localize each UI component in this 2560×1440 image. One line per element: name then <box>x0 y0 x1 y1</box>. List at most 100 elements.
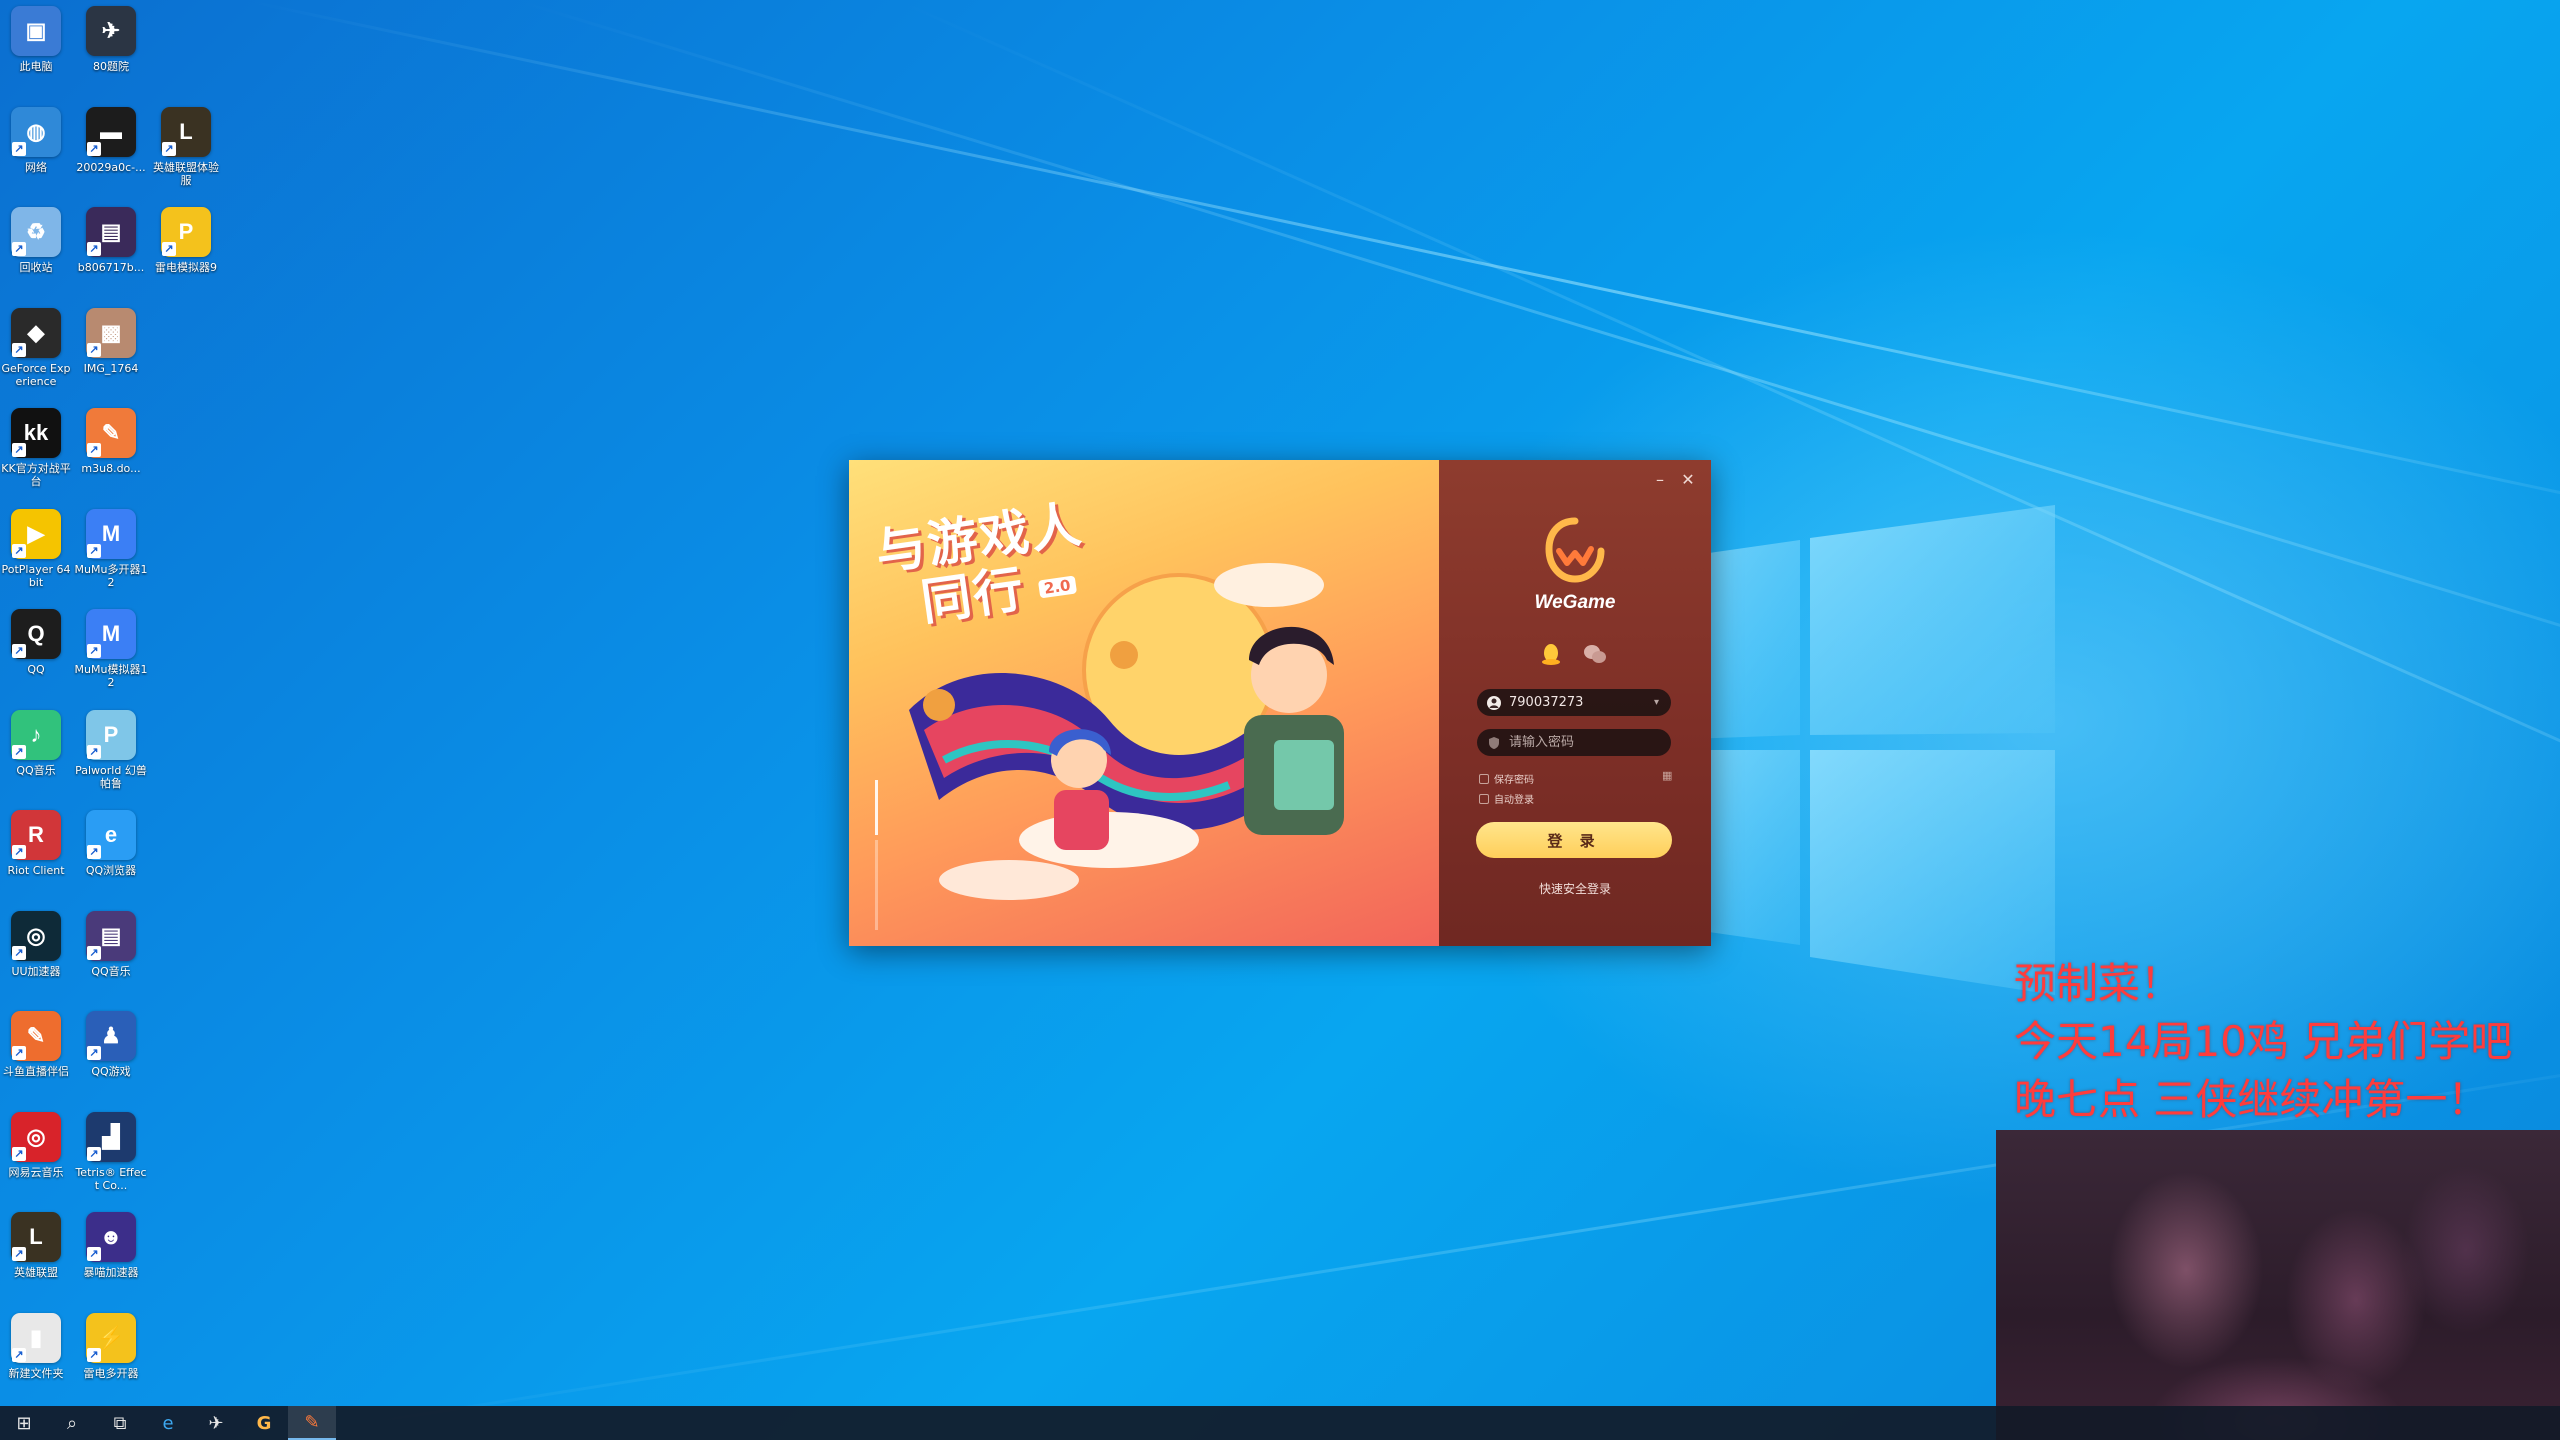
desktop-icon[interactable]: ▟ ↗ Tetris® Effect Co... <box>74 1111 148 1192</box>
shortcut-arrow-icon: ↗ <box>87 543 101 558</box>
start-icon[interactable]: ⊞ <box>0 1406 48 1440</box>
webcam-feed <box>1996 1130 2560 1440</box>
desktop-icon[interactable]: R ↗ Riot Client <box>0 810 73 877</box>
desktop-icon[interactable]: ▩ ↗ IMG_1764 <box>74 307 148 375</box>
desktop-icon[interactable]: ♻ ↗ 回收站 <box>0 207 73 274</box>
app-icon: ▤ ↗ <box>86 910 136 961</box>
password-input[interactable] <box>1509 735 1649 750</box>
app-glyph: ▤ <box>100 922 122 948</box>
desktop-icon-label: 20029a0c-... <box>76 160 146 174</box>
password-field[interactable] <box>1477 729 1671 756</box>
task-view-icon[interactable]: ⧉ <box>96 1406 144 1440</box>
desktop-icon[interactable]: P ↗ Palworld 幻兽帕鲁 <box>74 709 148 790</box>
app-icon: ▣ <box>11 6 61 56</box>
desktop-icon[interactable]: L ↗ 英雄联盟体验服 <box>149 106 223 187</box>
auto-login-row[interactable]: 自动登录 <box>1479 791 1534 806</box>
app-icon: ♟ ↗ <box>86 1011 136 1061</box>
remember-password-row[interactable]: 保存密码 <box>1479 771 1534 786</box>
app-glyph: ◍ <box>26 118 46 144</box>
app-glyph: ✎ <box>101 420 121 445</box>
desktop-icon-label: m3u8.do... <box>81 462 141 475</box>
desktop-icon-label: IMG_1764 <box>83 361 139 375</box>
desktop-icon[interactable]: M ↗ MuMu多开器12 <box>74 508 148 589</box>
desktop-icon[interactable]: Q ↗ QQ <box>0 609 73 676</box>
app-glyph: ▤ <box>100 219 122 244</box>
app-glyph: ▟ <box>102 1123 120 1149</box>
desktop-icon[interactable]: ▤ ↗ b806717b... <box>74 207 148 274</box>
desktop-icon[interactable]: ▬ ↗ 20029a0c-... <box>74 106 148 174</box>
app-glyph: P <box>103 721 119 747</box>
wegame-taskbar-icon[interactable]: G <box>240 1406 288 1440</box>
app-glyph: L <box>179 118 193 144</box>
close-button[interactable]: ✕ <box>1675 468 1701 492</box>
desktop-icon[interactable]: e ↗ QQ浏览器 <box>74 810 148 877</box>
desktop-icon[interactable]: M ↗ MuMu模拟器12 <box>74 609 148 689</box>
desktop-icon[interactable]: kk ↗ KK官方对战平台 <box>0 408 73 488</box>
remember-password-checkbox[interactable] <box>1479 773 1489 784</box>
app-glyph: ♟ <box>101 1023 121 1048</box>
account-input[interactable] <box>1509 695 1649 710</box>
shortcut-arrow-icon: ↗ <box>12 543 26 558</box>
app-icon: e ↗ <box>86 810 136 860</box>
douyu-icon[interactable]: ✎ <box>288 1406 336 1440</box>
desktop-icon[interactable]: ⚡ ↗ 雷电多开器 <box>74 1312 148 1380</box>
desktop-icon-label: 雷电多开器 <box>83 1366 139 1380</box>
desktop-icon[interactable]: ✎ ↗ m3u8.do... <box>74 408 148 475</box>
desktop-icon[interactable]: ✎ ↗ 斗鱼直播伴侣 <box>0 1011 73 1078</box>
taskbar: ⊞ ⌕ ⧉ e ✈ G ✎ <box>0 1406 2560 1440</box>
app-icon: M ↗ <box>86 609 136 659</box>
desktop-icon[interactable]: ▣ 此电脑 <box>0 6 73 73</box>
app-glyph: ▩ <box>100 319 122 345</box>
desktop-icon[interactable]: ☻ ↗ 暴喵加速器 <box>74 1212 148 1279</box>
remember-password-label: 保存密码 <box>1494 775 1534 786</box>
app-glyph: L <box>29 1224 43 1249</box>
desktop-icon[interactable]: L ↗ 英雄联盟 <box>0 1212 73 1279</box>
shortcut-arrow-icon: ↗ <box>87 1347 101 1362</box>
shortcut-arrow-icon: ↗ <box>12 644 26 658</box>
desktop-icon-label: b806717b... <box>77 261 145 274</box>
desktop-icon[interactable]: ◍ ↗ 网络 <box>0 106 73 174</box>
keyboard-icon[interactable]: ▦ <box>1662 769 1672 782</box>
shortcut-arrow-icon: ↗ <box>12 1046 26 1060</box>
account-field[interactable]: ▾ <box>1477 689 1671 716</box>
auto-login-checkbox[interactable] <box>1479 793 1489 804</box>
desktop-icon[interactable]: ◆ ↗ GeForce Experience <box>0 307 73 388</box>
search-icon[interactable]: ⌕ <box>48 1406 96 1440</box>
app-icon: kk ↗ <box>11 408 61 458</box>
app-icon: P ↗ <box>86 709 136 760</box>
app-icon: ▮ ↗ <box>11 1312 61 1363</box>
app-glyph: M <box>101 621 121 646</box>
quick-login-link[interactable]: 快速安全登录 <box>1439 880 1711 897</box>
wegame-login-window: 与游戏人 同行 2.0 – ✕ WeGame ▾ <box>849 460 1711 946</box>
shortcut-arrow-icon: ↗ <box>87 1247 101 1261</box>
desktop-icon[interactable]: ◎ ↗ UU加速器 <box>0 910 73 978</box>
overlay-line1: 预制菜！ <box>2014 959 2183 1008</box>
shortcut-arrow-icon: ↗ <box>87 644 101 658</box>
app-icon: ⚡ ↗ <box>86 1312 136 1363</box>
chevron-down-icon[interactable]: ▾ <box>1654 697 1659 708</box>
shortcut-arrow-icon: ↗ <box>12 342 26 357</box>
app-glyph: ▬ <box>100 118 122 144</box>
login-button[interactable]: 登 录 <box>1476 822 1672 858</box>
app-glyph: ♻ <box>26 219 46 244</box>
wechat-login-icon[interactable] <box>1583 642 1607 666</box>
qq-login-icon[interactable] <box>1539 642 1563 666</box>
feishu-icon[interactable]: ✈ <box>192 1406 240 1440</box>
desktop-icon[interactable]: ▮ ↗ 新建文件夹 <box>0 1312 73 1380</box>
desktop-icon[interactable]: ▶ ↗ PotPlayer 64 bit <box>0 508 73 589</box>
desktop-icon-label: 网易云音乐 <box>8 1165 64 1179</box>
brand-name: WeGame <box>1534 592 1616 613</box>
desktop-icon-label: 英雄联盟 <box>14 1266 58 1279</box>
minimize-button[interactable]: – <box>1647 468 1673 492</box>
desktop-icon[interactable]: ♪ ↗ QQ音乐 <box>0 709 73 777</box>
desktop-icon[interactable]: ◎ ↗ 网易云音乐 <box>0 1111 73 1179</box>
desktop-icon[interactable]: ✈ 80题院 <box>74 6 148 73</box>
wegame-banner: 与游戏人 同行 2.0 <box>849 460 1439 946</box>
edge-icon[interactable]: e <box>144 1406 192 1440</box>
shortcut-arrow-icon: ↗ <box>12 945 26 960</box>
shortcut-arrow-icon: ↗ <box>12 1347 26 1362</box>
desktop-icon-label: MuMu模拟器12 <box>74 663 148 689</box>
desktop-icon[interactable]: P ↗ 雷电模拟器9 <box>149 207 223 274</box>
desktop-icon[interactable]: ♟ ↗ QQ游戏 <box>74 1011 148 1078</box>
desktop-icon[interactable]: ▤ ↗ QQ音乐 <box>74 910 148 978</box>
